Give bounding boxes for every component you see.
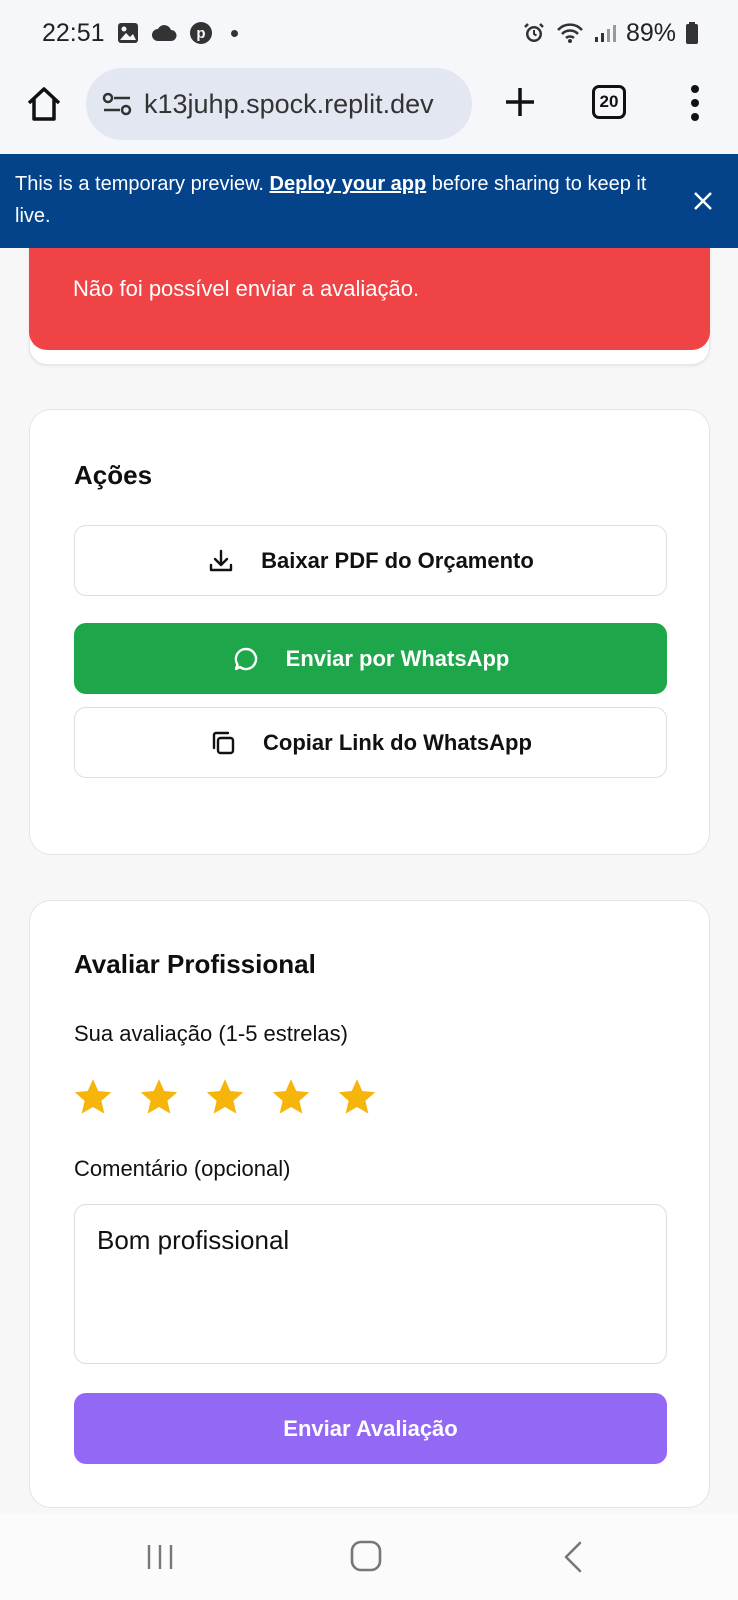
wifi-icon — [556, 22, 584, 44]
notification-dot — [230, 29, 238, 37]
url-text: k13juhp.spock.replit.dev — [144, 88, 434, 119]
actions-title: Ações — [74, 460, 153, 490]
error-message: Não foi possível enviar a avaliação. — [73, 276, 420, 301]
comment-textarea[interactable] — [74, 1204, 667, 1364]
tab-switcher-button[interactable]: 20 — [592, 85, 626, 119]
recent-apps-icon[interactable] — [145, 1542, 175, 1572]
status-bar: 22:51 p 89% — [0, 0, 738, 66]
alarm-icon — [522, 21, 546, 45]
star-3-icon[interactable] — [204, 1076, 246, 1118]
url-bar[interactable]: k13juhp.spock.replit.dev — [86, 68, 472, 140]
submit-rating-label: Enviar Avaliação — [283, 1415, 458, 1441]
banner-text-before: This is a temporary preview. — [15, 173, 270, 195]
cloud-icon — [151, 24, 177, 42]
download-pdf-button[interactable]: Baixar PDF do Orçamento — [74, 525, 667, 596]
send-whatsapp-button[interactable]: Enviar por WhatsApp — [74, 623, 667, 694]
star-4-icon[interactable] — [270, 1076, 312, 1118]
send-whatsapp-label: Enviar por WhatsApp — [285, 645, 510, 671]
rating-title: Avaliar Profissional — [74, 949, 316, 979]
download-pdf-label: Baixar PDF do Orçamento — [261, 547, 534, 573]
browser-toolbar: k13juhp.spock.replit.dev 20 — [0, 66, 738, 154]
star-5-icon[interactable] — [336, 1076, 378, 1118]
site-settings-icon[interactable] — [100, 87, 134, 121]
star-rating — [72, 1076, 378, 1118]
star-2-icon[interactable] — [138, 1076, 180, 1118]
preview-banner: This is a temporary preview. Deploy your… — [0, 154, 738, 248]
star-1-icon[interactable] — [72, 1076, 114, 1118]
chat-bubble-icon — [234, 647, 257, 670]
comment-label: Comentário (opcional) — [74, 1156, 291, 1181]
battery-icon — [686, 22, 698, 44]
gallery-icon — [117, 22, 139, 44]
close-icon[interactable] — [692, 190, 714, 212]
copy-link-label: Copiar Link do WhatsApp — [263, 729, 532, 755]
back-icon[interactable] — [562, 1540, 584, 1574]
battery-percent: 89% — [625, 18, 676, 47]
pinterest-icon: p — [189, 21, 213, 45]
new-tab-icon[interactable] — [500, 82, 540, 122]
system-navigation-bar — [0, 1514, 738, 1600]
home-button-icon[interactable] — [349, 1539, 383, 1573]
actions-card: Ações Baixar PDF do Orçamento Enviar por… — [29, 409, 710, 855]
menu-dots-icon[interactable] — [680, 80, 710, 126]
home-icon[interactable] — [24, 84, 64, 124]
download-icon — [209, 549, 233, 571]
copy-link-button[interactable]: Copiar Link do WhatsApp — [74, 707, 667, 778]
submit-rating-button[interactable]: Enviar Avaliação — [74, 1393, 667, 1464]
signal-icon — [594, 23, 616, 43]
copy-icon — [212, 731, 235, 754]
svg-text:p: p — [196, 25, 205, 42]
deploy-link[interactable]: Deploy your app — [270, 173, 427, 195]
status-time: 22:51 — [42, 18, 105, 47]
stars-label: Sua avaliação (1-5 estrelas) — [74, 1021, 348, 1046]
rating-card: Avaliar Profissional Sua avaliação (1-5 … — [29, 900, 710, 1508]
